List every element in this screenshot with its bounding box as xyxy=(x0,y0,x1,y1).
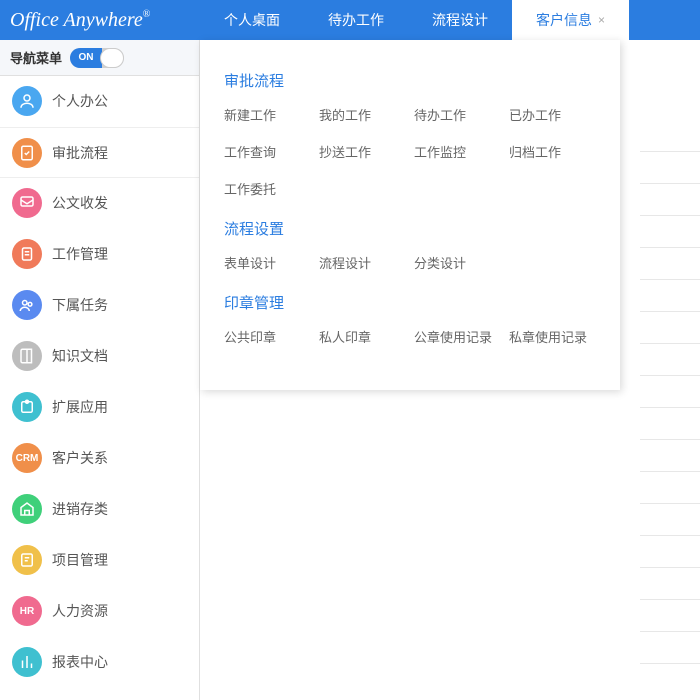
flyout-link[interactable]: 抄送工作 xyxy=(319,142,406,161)
table-row xyxy=(640,536,700,568)
logo-sup: ® xyxy=(143,9,151,20)
table-row xyxy=(640,344,700,376)
table-row xyxy=(640,504,700,536)
flyout-link[interactable]: 已办工作 xyxy=(509,105,596,124)
logo: Office Anywhere® xyxy=(0,9,200,32)
tab-label: 客户信息 xyxy=(536,10,592,30)
tab-label: 流程设计 xyxy=(432,10,488,30)
flyout-grid: 新建工作我的工作待办工作已办工作工作查询抄送工作工作监控归档工作工作委托 xyxy=(224,105,596,198)
content-area: 审批流程新建工作我的工作待办工作已办工作工作查询抄送工作工作监控归档工作工作委托… xyxy=(200,40,700,700)
flyout-link[interactable]: 新建工作 xyxy=(224,105,311,124)
flyout-link[interactable]: 公共印章 xyxy=(224,327,311,346)
table-row xyxy=(640,280,700,312)
table-row xyxy=(640,216,700,248)
hr-icon: HR xyxy=(12,596,42,626)
table-row xyxy=(640,248,700,280)
sidebar-item-label: 个人办公 xyxy=(52,91,108,111)
sidebar-item-label: 客户关系 xyxy=(52,448,108,468)
sidebar-item-label: 项目管理 xyxy=(52,550,108,570)
flyout-panel: 审批流程新建工作我的工作待办工作已办工作工作查询抄送工作工作监控归档工作工作委托… xyxy=(200,40,620,390)
sidebar-item-label: 工作管理 xyxy=(52,244,108,264)
sidebar-item-2[interactable]: 公文收发 xyxy=(0,178,199,229)
sidebar-item-label: 审批流程 xyxy=(52,143,108,163)
flyout-link[interactable]: 私章使用记录 xyxy=(509,327,596,346)
flyout-link[interactable]: 我的工作 xyxy=(319,105,406,124)
sidebar-item-label: 报表中心 xyxy=(52,652,108,672)
sidebar-item-label: 下属任务 xyxy=(52,295,108,315)
flyout-grid: 公共印章私人印章公章使用记录私章使用记录 xyxy=(224,327,596,346)
sidebar-item-3[interactable]: 工作管理 xyxy=(0,229,199,280)
group-icon xyxy=(12,290,42,320)
approve-icon xyxy=(12,138,42,168)
close-icon[interactable]: × xyxy=(598,13,605,27)
flyout-link[interactable]: 公章使用记录 xyxy=(414,327,501,346)
crm-icon: CRM xyxy=(12,443,42,473)
table-row xyxy=(640,408,700,440)
main-area: 导航菜单 ON 个人办公审批流程公文收发工作管理下属任务知识文档扩展应用CRM客… xyxy=(0,40,700,700)
tabs: 个人桌面 待办工作 流程设计 客户信息 × xyxy=(200,0,629,40)
project-icon xyxy=(12,545,42,575)
sidebar-item-11[interactable]: 报表中心 xyxy=(0,637,199,688)
table-row xyxy=(640,152,700,184)
sidebar-item-4[interactable]: 下属任务 xyxy=(0,280,199,331)
flyout-link[interactable]: 私人印章 xyxy=(319,327,406,346)
doc-send-icon xyxy=(12,188,42,218)
sidebar: 导航菜单 ON 个人办公审批流程公文收发工作管理下属任务知识文档扩展应用 CRM 客… xyxy=(0,40,200,700)
flyout-link[interactable]: 工作委托 xyxy=(224,179,311,198)
table-row xyxy=(640,120,700,152)
tab-3[interactable]: 客户信息 × xyxy=(512,0,629,40)
sidebar-item-label: 进销存类 xyxy=(52,499,108,519)
toggle-knob xyxy=(100,48,124,68)
sidebar-items: 个人办公审批流程公文收发工作管理下属任务知识文档扩展应用 CRM 客户关系进销存类项… xyxy=(0,76,199,688)
tab-label: 待办工作 xyxy=(328,10,384,30)
puzzle-icon xyxy=(12,392,42,422)
flyout-link[interactable]: 工作监控 xyxy=(414,142,501,161)
topbar: Office Anywhere® 个人桌面 待办工作 流程设计 客户信息 × xyxy=(0,0,700,40)
tab-0[interactable]: 个人桌面 xyxy=(200,0,304,40)
sidebar-item-8[interactable]: 进销存类 xyxy=(0,484,199,535)
flyout-section-title: 印章管理 xyxy=(224,292,596,313)
flyout-link[interactable]: 归档工作 xyxy=(509,142,596,161)
flyout-section-title: 流程设置 xyxy=(224,218,596,239)
sidebar-item-9[interactable]: 项目管理 xyxy=(0,535,199,586)
toggle-on-label: ON xyxy=(70,48,102,68)
flyout-link[interactable]: 流程设计 xyxy=(319,253,406,272)
flyout-link[interactable]: 待办工作 xyxy=(414,105,501,124)
sidebar-item-5[interactable]: 知识文档 xyxy=(0,331,199,382)
table-row xyxy=(640,440,700,472)
flyout-grid: 表单设计流程设计分类设计 xyxy=(224,253,596,272)
tab-label: 个人桌面 xyxy=(224,10,280,30)
chart-icon xyxy=(12,647,42,677)
logo-text: Office Anywhere xyxy=(10,9,143,31)
flyout-link[interactable]: 表单设计 xyxy=(224,253,311,272)
table-row xyxy=(640,376,700,408)
flyout-section-title: 审批流程 xyxy=(224,70,596,91)
table-row xyxy=(640,472,700,504)
stock-icon xyxy=(12,494,42,524)
sidebar-item-label: 扩展应用 xyxy=(52,397,108,417)
book-icon xyxy=(12,341,42,371)
sidebar-item-label: 公文收发 xyxy=(52,193,108,213)
tab-2[interactable]: 流程设计 xyxy=(408,0,512,40)
sidebar-item-0[interactable]: 个人办公 xyxy=(0,76,199,127)
sidebar-item-7[interactable]: CRM 客户关系 xyxy=(0,433,199,484)
table-row xyxy=(640,184,700,216)
sidebar-item-6[interactable]: 扩展应用 xyxy=(0,382,199,433)
nav-header-label: 导航菜单 xyxy=(10,48,62,67)
tab-1[interactable]: 待办工作 xyxy=(304,0,408,40)
table-row xyxy=(640,632,700,664)
sidebar-item-label: 人力资源 xyxy=(52,601,108,621)
flyout-link[interactable]: 工作查询 xyxy=(224,142,311,161)
nav-header: 导航菜单 ON xyxy=(0,40,199,76)
table-row xyxy=(640,600,700,632)
sidebar-item-10[interactable]: HR 人力资源 xyxy=(0,586,199,637)
nav-toggle[interactable]: ON xyxy=(70,48,124,68)
sidebar-item-1[interactable]: 审批流程 xyxy=(0,127,199,178)
table-row xyxy=(640,568,700,600)
sidebar-item-label: 知识文档 xyxy=(52,346,108,366)
clipboard-icon xyxy=(12,239,42,269)
user-icon xyxy=(12,86,42,116)
table-row xyxy=(640,312,700,344)
flyout-link[interactable]: 分类设计 xyxy=(414,253,501,272)
